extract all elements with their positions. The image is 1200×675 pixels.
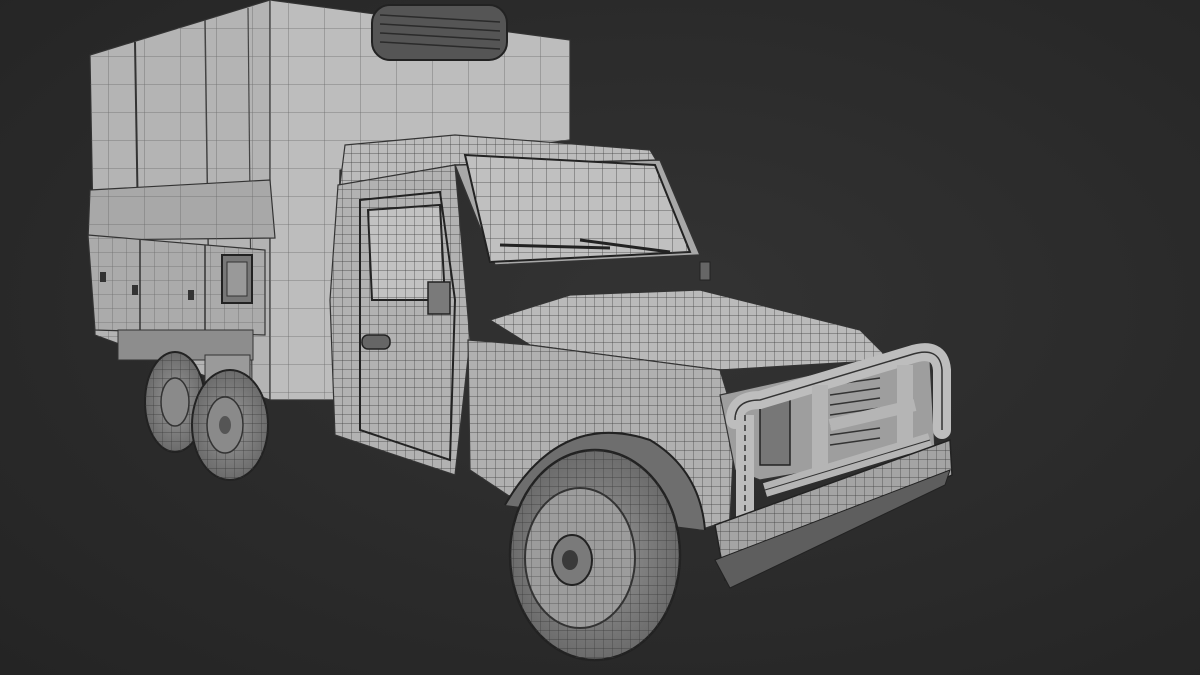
front-wheel [508,448,682,662]
truck-wireframe-render [87,0,953,662]
grille-and-bull-bar [714,343,953,589]
3d-viewport[interactable] [0,0,1200,675]
rear-wheels [117,329,269,481]
